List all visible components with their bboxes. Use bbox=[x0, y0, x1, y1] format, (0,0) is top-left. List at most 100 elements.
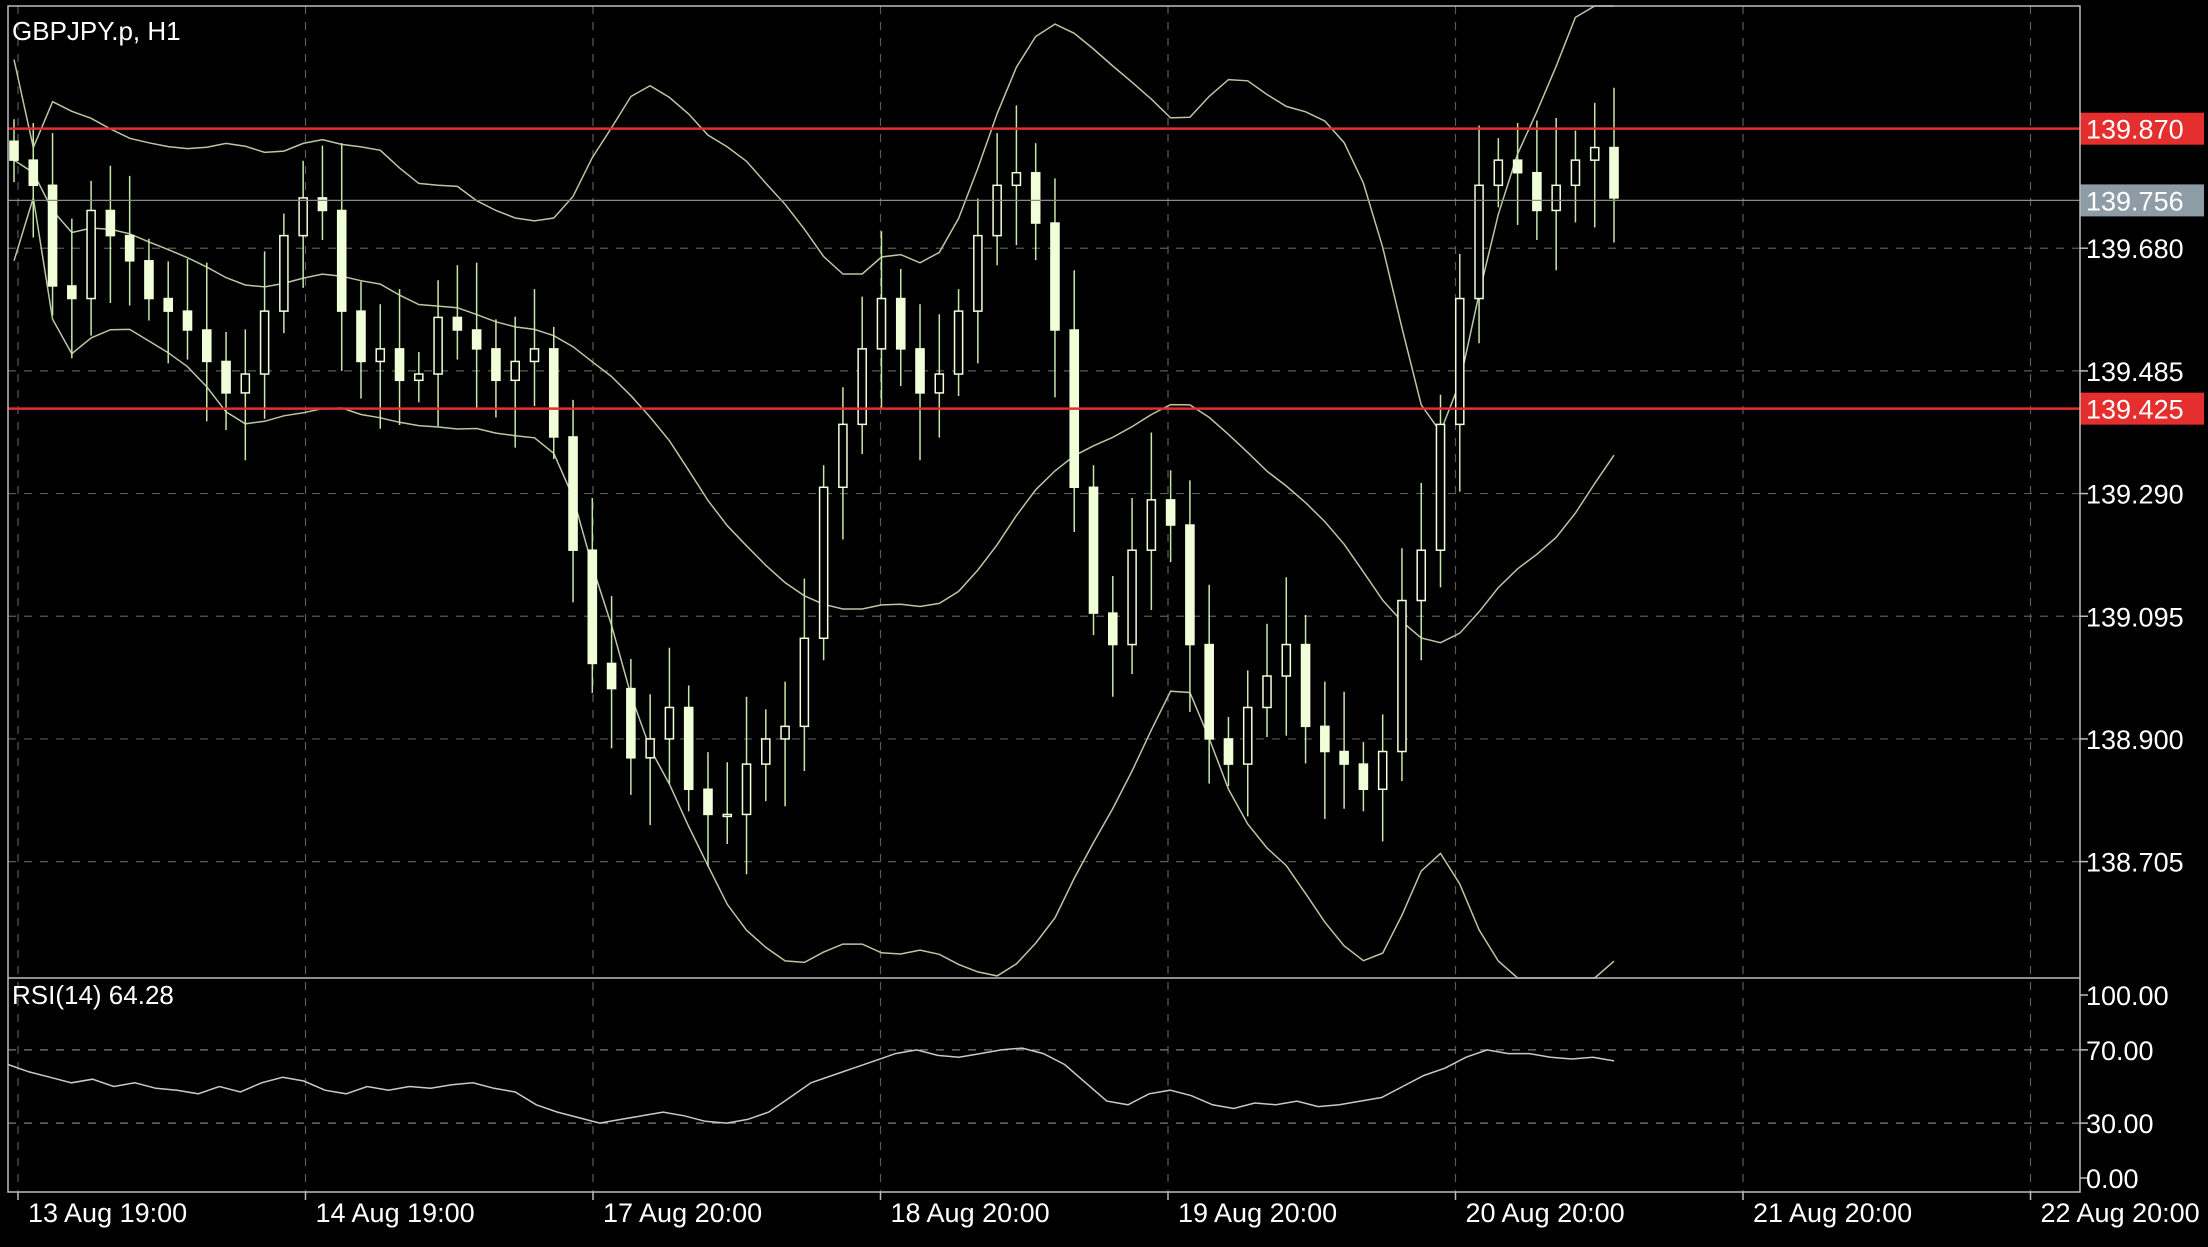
candle-body[interactable] bbox=[664, 706, 675, 740]
candle-body[interactable] bbox=[876, 297, 887, 350]
candle-body[interactable] bbox=[1262, 675, 1272, 709]
candle-body[interactable] bbox=[356, 310, 366, 363]
rsi-tick-label-2: 30.00 bbox=[2086, 1109, 2154, 1139]
chart-svg[interactable]: 139.870 139.425 139.756 139.680 139.485 139.… bbox=[0, 0, 2208, 1242]
candle-body[interactable] bbox=[1088, 486, 1099, 614]
candle-body[interactable] bbox=[1030, 171, 1041, 224]
candle-body[interactable] bbox=[163, 297, 174, 312]
candle-body[interactable] bbox=[838, 423, 848, 489]
candle-body[interactable] bbox=[1223, 738, 1234, 765]
price-tick-label-4: 138.900 bbox=[2086, 725, 2184, 755]
candle-body[interactable] bbox=[317, 197, 328, 212]
candle-body[interactable] bbox=[510, 360, 521, 382]
candle-body[interactable] bbox=[182, 310, 193, 331]
price-tick-label-3: 139.095 bbox=[2086, 602, 2184, 632]
candle-body[interactable] bbox=[124, 234, 135, 262]
candle-body[interactable] bbox=[568, 436, 578, 551]
candle-body[interactable] bbox=[279, 234, 289, 312]
time-tick-label-0: 13 Aug 19:00 bbox=[28, 1198, 187, 1228]
candle-body[interactable] bbox=[1339, 750, 1349, 765]
candle-body[interactable] bbox=[1242, 706, 1253, 765]
candle-body[interactable] bbox=[1532, 171, 1542, 212]
time-tick-label-4: 19 Aug 20:00 bbox=[1178, 1198, 1337, 1228]
candle-body[interactable] bbox=[414, 373, 424, 382]
time-tick-label-6: 21 Aug 20:00 bbox=[1753, 1198, 1912, 1228]
candle-body[interactable] bbox=[1570, 159, 1581, 187]
time-tick-label-7: 22 Aug 20:00 bbox=[2041, 1198, 2200, 1228]
candle-body[interactable] bbox=[105, 209, 116, 237]
candle-body[interactable] bbox=[1416, 549, 1427, 602]
rsi-tick-label-3: 0.00 bbox=[2086, 1164, 2139, 1194]
candle-body[interactable] bbox=[201, 329, 212, 363]
candle-body[interactable] bbox=[1050, 222, 1060, 331]
candle-body[interactable] bbox=[471, 329, 482, 350]
candle-body[interactable] bbox=[1146, 499, 1157, 551]
candle-body[interactable] bbox=[28, 159, 39, 187]
candle-body[interactable] bbox=[1435, 423, 1446, 551]
candle-body[interactable] bbox=[857, 348, 867, 426]
candle-body[interactable] bbox=[1011, 171, 1022, 187]
candle-body[interactable] bbox=[799, 637, 810, 728]
candle-body[interactable] bbox=[703, 788, 713, 816]
price-tick-label-2: 139.290 bbox=[2086, 480, 2184, 510]
candle-body[interactable] bbox=[587, 549, 598, 665]
candle-body[interactable] bbox=[240, 373, 251, 394]
candle-body[interactable] bbox=[1320, 725, 1330, 753]
candle-body[interactable] bbox=[1397, 599, 1407, 753]
candle-body[interactable] bbox=[992, 184, 1002, 237]
candle-body[interactable] bbox=[1589, 146, 1600, 161]
candle-body[interactable] bbox=[741, 763, 752, 816]
candle-body[interactable] bbox=[433, 316, 443, 375]
candle-body[interactable] bbox=[375, 348, 386, 363]
candle-body[interactable] bbox=[722, 813, 733, 818]
candle-body[interactable] bbox=[1165, 499, 1176, 526]
candle-body[interactable] bbox=[953, 310, 964, 375]
chart-window[interactable]: 139.870 139.425 139.756 139.680 139.485 139.… bbox=[0, 0, 2208, 1242]
candle-body[interactable] bbox=[683, 706, 694, 791]
candle-body[interactable] bbox=[915, 348, 925, 394]
price-tick-label-0: 139.680 bbox=[2086, 234, 2184, 264]
rsi-tick-label-0: 100.00 bbox=[2086, 981, 2169, 1011]
current-price-label: 139.756 bbox=[2086, 186, 2184, 216]
candle-body[interactable] bbox=[1474, 184, 1484, 300]
candle-body[interactable] bbox=[780, 725, 790, 740]
candle-body[interactable] bbox=[895, 297, 906, 350]
candle-body[interactable] bbox=[529, 348, 540, 363]
candle-body[interactable] bbox=[491, 348, 501, 382]
candle-body[interactable] bbox=[1300, 643, 1311, 728]
candle-body[interactable] bbox=[1609, 146, 1619, 199]
candle-body[interactable] bbox=[221, 360, 231, 394]
candle-body[interactable] bbox=[336, 209, 347, 312]
candle-body[interactable] bbox=[1454, 297, 1465, 426]
candle-body[interactable] bbox=[973, 234, 983, 312]
candle-body[interactable] bbox=[86, 209, 96, 300]
candle-body[interactable] bbox=[144, 260, 154, 300]
candle-body[interactable] bbox=[9, 140, 19, 161]
candle-body[interactable] bbox=[452, 316, 463, 331]
candle-body[interactable] bbox=[626, 687, 636, 759]
candle-body[interactable] bbox=[645, 738, 655, 759]
candle-body[interactable] bbox=[1204, 643, 1214, 740]
candle-body[interactable] bbox=[934, 373, 945, 394]
candle-body[interactable] bbox=[818, 486, 829, 640]
candle-body[interactable] bbox=[1512, 159, 1523, 174]
candle-body[interactable] bbox=[1377, 750, 1388, 791]
candle-body[interactable] bbox=[259, 310, 270, 375]
candle-body[interactable] bbox=[1493, 159, 1504, 187]
price-tick-label-5: 138.705 bbox=[2086, 848, 2184, 878]
candle-body[interactable] bbox=[606, 662, 617, 690]
candle-body[interactable] bbox=[1551, 184, 1561, 212]
candle-body[interactable] bbox=[1107, 612, 1118, 646]
candle-body[interactable] bbox=[394, 348, 405, 382]
candle-body[interactable] bbox=[1281, 643, 1292, 677]
candle-body[interactable] bbox=[1127, 549, 1137, 646]
candle-body[interactable] bbox=[1185, 524, 1195, 646]
level-tag-label-0: 139.870 bbox=[2086, 115, 2184, 145]
candle-body[interactable] bbox=[298, 197, 308, 237]
candle-body[interactable] bbox=[548, 348, 559, 438]
time-tick-label-2: 17 Aug 20:00 bbox=[603, 1198, 762, 1228]
time-tick-label-5: 20 Aug 20:00 bbox=[1466, 1198, 1625, 1228]
candle-body[interactable] bbox=[761, 738, 771, 765]
candle-body[interactable] bbox=[1358, 763, 1369, 791]
candle-body[interactable] bbox=[67, 285, 77, 300]
